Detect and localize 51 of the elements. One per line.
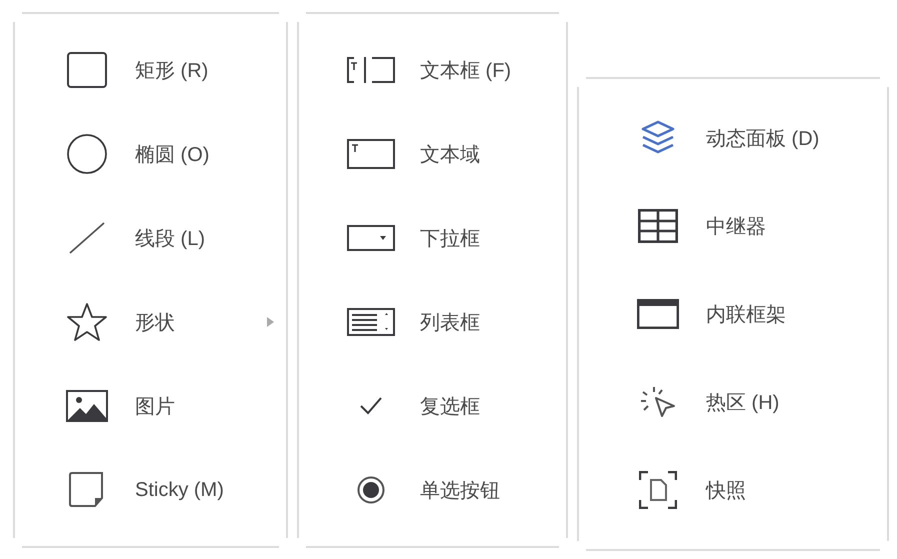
- layers-icon: [641, 120, 675, 156]
- circle-icon: [67, 134, 107, 174]
- menu-item[interactable]: 下拉框: [299, 196, 566, 280]
- menu-item[interactable]: 椭圆 (O): [15, 112, 286, 196]
- image-icon: [66, 390, 108, 422]
- menu-item-label: 单选按钮: [420, 478, 500, 504]
- menu-item[interactable]: 内联框架: [579, 270, 887, 358]
- menu-item-label: 形状: [135, 310, 175, 336]
- menu-item-label: 文本域: [420, 142, 480, 168]
- menu-item-label: 文本框 (F): [420, 58, 512, 84]
- menu-item[interactable]: 动态面板 (D): [579, 94, 887, 182]
- menu-item[interactable]: 列表框: [299, 280, 566, 364]
- sticky-note-icon: [69, 472, 105, 508]
- menu-item-label: 内联框架: [706, 302, 786, 328]
- menu-item-label: 下拉框: [420, 226, 480, 252]
- text-area-icon: [347, 139, 395, 169]
- menu-item-label: 图片: [135, 394, 175, 420]
- menu-item-label: 椭圆 (O): [135, 142, 210, 168]
- checkmark-icon: [360, 397, 382, 415]
- menu-item-label: 矩形 (R): [135, 58, 208, 84]
- menu-item-label: 快照: [706, 478, 746, 504]
- menu-item-label: 热区 (H): [706, 390, 780, 416]
- menu-item[interactable]: 图片: [15, 364, 286, 448]
- menu-item[interactable]: 形状: [15, 280, 286, 364]
- menu-item[interactable]: Sticky (M): [15, 448, 286, 532]
- menu-item-label: 复选框: [420, 394, 480, 420]
- line-icon: [69, 222, 105, 254]
- menu-item[interactable]: 快照: [579, 446, 887, 534]
- menu-item-label: Sticky (M): [135, 478, 224, 502]
- menu-item[interactable]: 线段 (L): [15, 196, 286, 280]
- menu-item-label: 动态面板 (D): [706, 126, 820, 152]
- snapshot-icon: [639, 471, 677, 509]
- menu-item-label: 线段 (L): [135, 226, 205, 252]
- star-icon: [67, 302, 107, 342]
- cursor-click-icon: [640, 386, 676, 418]
- radio-button-icon: [357, 476, 385, 504]
- rectangle-icon: [67, 52, 107, 88]
- dropdown-icon: [347, 225, 395, 251]
- window-frame-icon: [637, 299, 679, 329]
- table-grid-icon: [638, 209, 678, 243]
- menu-item[interactable]: 矩形 (R): [15, 28, 286, 112]
- menu-item[interactable]: 复选框: [299, 364, 566, 448]
- menu-item[interactable]: 单选按钮: [299, 448, 566, 532]
- menu-item[interactable]: 文本域: [299, 112, 566, 196]
- text-box-icon: [347, 57, 395, 83]
- menu-item[interactable]: 文本框 (F): [299, 28, 566, 112]
- menu-item-label: 中继器: [706, 214, 766, 240]
- list-box-icon: [347, 308, 395, 336]
- menu-item[interactable]: 中继器: [579, 182, 887, 270]
- menu-item-label: 列表框: [420, 310, 480, 336]
- menu-item[interactable]: 热区 (H): [579, 358, 887, 446]
